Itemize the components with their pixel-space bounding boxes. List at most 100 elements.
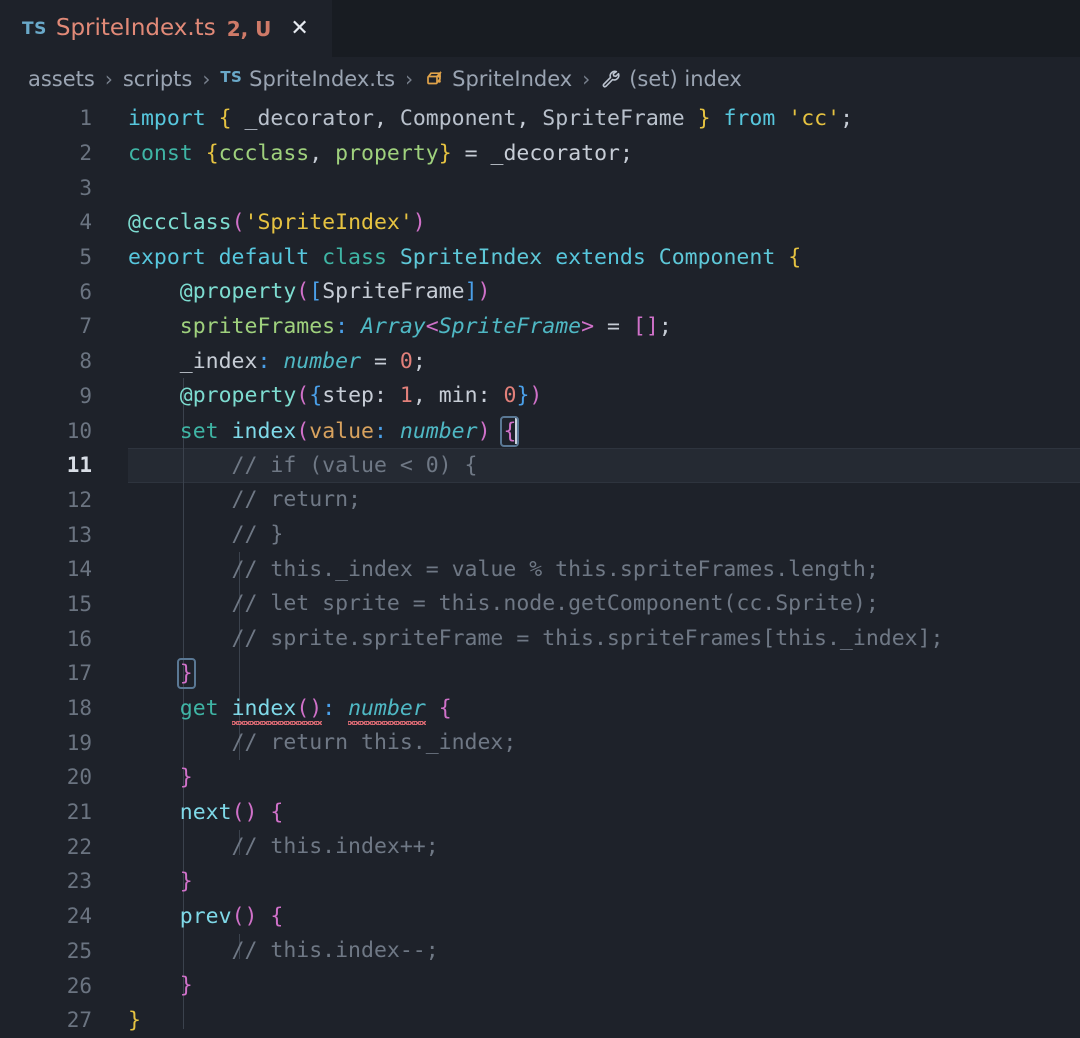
code-text: spriteFrames: Array<SpriteFrame> = []; <box>179 313 672 339</box>
code-line[interactable]: 18 get index(): number { <box>0 691 1080 726</box>
breadcrumb-item-symbol[interactable]: (set) index <box>600 67 742 91</box>
code-text: } <box>128 1007 141 1033</box>
line-number: 25 <box>66 938 92 963</box>
line-number: 18 <box>66 696 92 721</box>
code-line[interactable]: 8 _index: number = 0; <box>0 344 1080 379</box>
line-number: 5 <box>79 245 92 270</box>
line-number: 12 <box>66 487 92 512</box>
line-number: 2 <box>79 141 92 166</box>
code-line[interactable]: 20 } <box>0 760 1080 795</box>
breadcrumb-label: scripts <box>122 67 193 91</box>
code-line[interactable]: 27 } <box>0 1003 1080 1038</box>
typescript-file-icon: TS <box>220 68 243 86</box>
code-text: } <box>179 764 193 790</box>
indent-guide <box>239 552 240 760</box>
breadcrumb-separator: › <box>405 67 414 91</box>
code-line[interactable]: 16 // sprite.spriteFrame = this.spriteFr… <box>0 621 1080 656</box>
line-number: 17 <box>66 661 92 686</box>
code-text: // return this._index; <box>128 730 517 756</box>
code-line[interactable]: 12 // return; <box>0 483 1080 518</box>
line-number: 27 <box>66 1008 92 1033</box>
code-line[interactable]: 10 set index(value: number) { <box>0 413 1080 448</box>
code-line[interactable]: 9 @property({step: 1, min: 0}) <box>0 379 1080 414</box>
code-line[interactable]: 25 // this.index--; <box>0 934 1080 969</box>
code-line[interactable]: 15 // let sprite = this.node.getComponen… <box>0 587 1080 622</box>
line-number: 3 <box>79 175 92 200</box>
code-text: // this.index++; <box>128 834 439 860</box>
line-number: 14 <box>66 557 92 582</box>
line-number: 16 <box>66 626 92 651</box>
breadcrumb-label: (set) index <box>629 67 742 91</box>
breadcrumb-item-file[interactable]: TS SpriteIndex.ts <box>220 67 395 91</box>
line-number: 4 <box>79 210 92 235</box>
code-line-active[interactable]: 11 // if (value < 0) { <box>0 447 1080 483</box>
code-line[interactable]: 13 // } <box>0 517 1080 552</box>
code-text: } <box>179 973 193 999</box>
code-text: prev() { <box>179 903 284 929</box>
breadcrumb-label: SpriteIndex <box>452 67 573 91</box>
line-number: 1 <box>79 106 92 131</box>
line-number: 23 <box>66 869 92 894</box>
editor-tab-bar: TS SpriteIndex.ts 2, U ✕ <box>0 0 1080 57</box>
code-text: set index(value: number) { <box>179 416 520 448</box>
code-line[interactable]: 6 @property([SpriteFrame]) <box>0 274 1080 309</box>
code-text: // return; <box>128 487 361 513</box>
typescript-file-icon: TS <box>22 19 47 39</box>
code-text: // if (value < 0) { <box>128 452 478 478</box>
code-text: // this._index = value % this.spriteFram… <box>128 556 879 582</box>
breadcrumb-label: SpriteIndex.ts <box>249 67 396 91</box>
tab-sprite-index-ts[interactable]: TS SpriteIndex.ts 2, U ✕ <box>0 0 332 57</box>
code-text: import { _decorator, Component, SpriteFr… <box>128 105 854 131</box>
breadcrumb-separator: › <box>202 67 211 91</box>
code-line[interactable]: 4 @ccclass('SpriteIndex') <box>0 205 1080 240</box>
line-number: 11 <box>66 453 92 478</box>
class-symbol-icon <box>423 68 445 90</box>
code-text: @property([SpriteFrame]) <box>179 279 491 305</box>
line-number: 20 <box>66 765 92 790</box>
error-squiggle: index() <box>231 695 323 725</box>
code-text: _index: number = 0; <box>179 348 426 374</box>
line-number: 19 <box>66 730 92 755</box>
code-text: } <box>179 868 193 894</box>
code-text: // sprite.spriteFrame = this.spriteFrame… <box>128 626 944 652</box>
line-number: 6 <box>79 279 92 304</box>
line-number: 24 <box>66 904 92 929</box>
code-line[interactable]: 2 const {ccclass, property} = _decorator… <box>0 136 1080 171</box>
code-line[interactable]: 5 export default class SpriteIndex exten… <box>0 240 1080 275</box>
code-line[interactable]: 7 spriteFrames: Array<SpriteFrame> = []; <box>0 309 1080 344</box>
tab-status-badge: 2, U <box>226 16 272 41</box>
code-text: @ccclass('SpriteIndex') <box>128 209 426 235</box>
line-number: 7 <box>79 314 92 339</box>
code-text: next() { <box>179 799 284 825</box>
code-text: // this.index--; <box>128 938 439 964</box>
breadcrumb: assets › scripts › TS SpriteIndex.ts › S… <box>0 57 1080 101</box>
breadcrumb-item-assets[interactable]: assets <box>28 67 95 91</box>
breadcrumb-item-scripts[interactable]: scripts <box>123 67 192 91</box>
code-line[interactable]: 21 next() { <box>0 795 1080 830</box>
line-number: 9 <box>79 383 92 408</box>
line-number: 21 <box>66 800 92 825</box>
code-line[interactable]: 17 } <box>0 656 1080 691</box>
code-line[interactable]: 14 // this._index = value % this.spriteF… <box>0 552 1080 587</box>
breadcrumb-label: assets <box>28 67 95 91</box>
code-text: export default class SpriteIndex extends… <box>128 244 802 270</box>
code-line[interactable]: 3 <box>0 170 1080 205</box>
tab-label: SpriteIndex.ts <box>55 15 216 41</box>
close-icon[interactable]: ✕ <box>290 17 308 40</box>
line-number: 13 <box>66 522 92 547</box>
breadcrumb-separator: › <box>582 67 591 91</box>
code-line[interactable]: 24 prev() { <box>0 899 1080 934</box>
code-text: } <box>128 657 196 689</box>
code-line[interactable]: 26 } <box>0 968 1080 1003</box>
code-line[interactable]: 19 // return this._index; <box>0 725 1080 760</box>
property-wrench-icon <box>600 68 622 90</box>
breadcrumb-separator: › <box>104 67 113 91</box>
code-line[interactable]: 1 import { _decorator, Component, Sprite… <box>0 101 1080 136</box>
code-editor[interactable]: 1 import { _decorator, Component, Sprite… <box>0 101 1080 1038</box>
code-text: // } <box>128 522 284 548</box>
breadcrumb-item-class[interactable]: SpriteIndex <box>423 67 572 91</box>
line-number: 22 <box>66 834 92 859</box>
line-number: 8 <box>79 349 92 374</box>
code-line[interactable]: 22 // this.index++; <box>0 829 1080 864</box>
code-line[interactable]: 23 } <box>0 864 1080 899</box>
